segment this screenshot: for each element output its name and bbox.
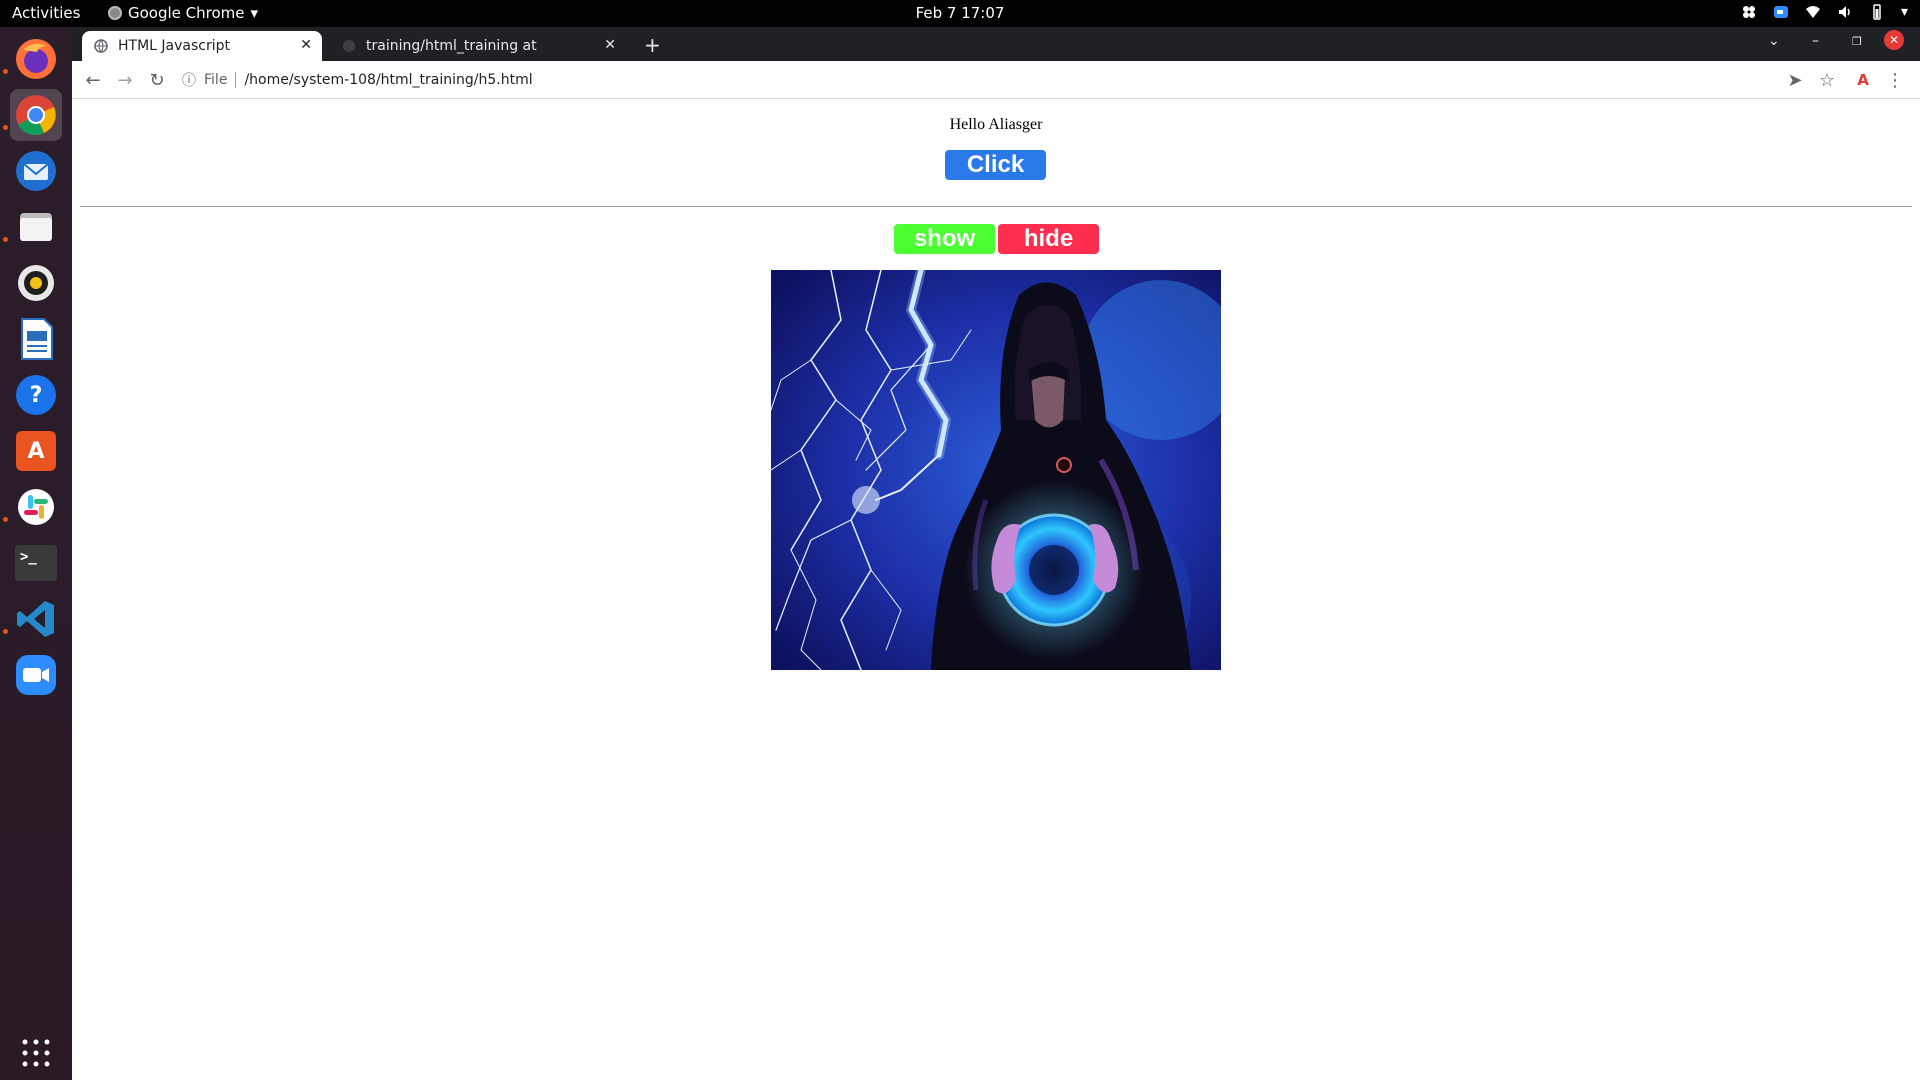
chrome-icon bbox=[16, 95, 56, 135]
running-indicator bbox=[3, 125, 8, 130]
battery-icon[interactable] bbox=[1869, 4, 1885, 20]
globe-icon bbox=[94, 39, 108, 53]
url-text[interactable]: /home/system-108/html_training/h5.html bbox=[244, 72, 532, 88]
system-menu-caret-icon[interactable]: ▾ bbox=[1901, 4, 1908, 20]
dock-zoom[interactable] bbox=[10, 649, 62, 701]
dock-software[interactable]: A bbox=[10, 425, 62, 477]
close-tab-icon[interactable]: ✕ bbox=[604, 37, 616, 53]
click-button[interactable]: Click bbox=[945, 150, 1046, 180]
running-indicator bbox=[3, 629, 8, 634]
slack-tray-icon[interactable] bbox=[1741, 4, 1757, 20]
close-window-icon[interactable]: ✕ bbox=[1884, 30, 1904, 50]
slack-icon bbox=[18, 489, 54, 525]
clock[interactable]: Feb 7 17:07 bbox=[0, 4, 1920, 22]
vscode-icon bbox=[17, 601, 54, 637]
running-indicator bbox=[3, 237, 8, 242]
tab-label: HTML Javascript bbox=[118, 38, 230, 54]
dock-help[interactable]: ? bbox=[10, 369, 62, 421]
wizard-image bbox=[771, 270, 1221, 670]
dock-files[interactable] bbox=[10, 201, 62, 253]
address-bar[interactable]: ⓘ File /home/system-108/html_training/h5… bbox=[182, 65, 1842, 95]
chrome-small-icon bbox=[108, 6, 122, 20]
dock-firefox[interactable] bbox=[10, 33, 62, 85]
app-menu[interactable]: Google Chrome ▾ bbox=[108, 4, 258, 22]
extension-icon[interactable]: A bbox=[1852, 69, 1874, 91]
running-indicator bbox=[3, 517, 8, 522]
rhythmbox-icon bbox=[18, 265, 54, 301]
dock: ? A >_ bbox=[0, 27, 72, 1080]
send-tab-icon[interactable]: ➤ bbox=[1784, 69, 1806, 91]
url-scheme-label: File bbox=[204, 72, 228, 88]
new-tab-button[interactable]: + bbox=[644, 33, 661, 57]
firefox-icon bbox=[16, 39, 56, 79]
bookmark-star-icon[interactable]: ☆ bbox=[1816, 69, 1838, 91]
horizontal-rule bbox=[80, 206, 1912, 207]
browser-toolbar: ← → ↻ ⓘ File /home/system-108/html_train… bbox=[72, 61, 1920, 99]
dock-slack[interactable] bbox=[10, 481, 62, 533]
zoom-icon bbox=[16, 655, 56, 695]
wifi-icon[interactable] bbox=[1805, 4, 1821, 20]
tab-label: training/html_training at bbox=[366, 38, 537, 54]
github-icon bbox=[343, 40, 355, 52]
software-center-icon: A bbox=[16, 431, 56, 471]
files-icon bbox=[20, 213, 52, 241]
system-top-bar: Activities Google Chrome ▾ Feb 7 17:07 ▾ bbox=[0, 0, 1920, 27]
forward-arrow-icon[interactable]: → bbox=[114, 69, 136, 91]
help-icon: ? bbox=[16, 375, 56, 415]
app-menu-label: Google Chrome bbox=[128, 4, 245, 22]
running-indicator bbox=[3, 69, 8, 74]
page-content: Hello Aliasger Click show hide bbox=[72, 100, 1920, 1080]
restore-icon[interactable]: ❐ bbox=[1852, 35, 1862, 48]
greeting-text: Hello Aliasger bbox=[949, 116, 1043, 133]
hide-button[interactable]: hide bbox=[998, 224, 1099, 254]
dock-writer[interactable] bbox=[10, 313, 62, 365]
tab-html-javascript[interactable]: HTML Javascript ✕ bbox=[82, 31, 322, 61]
caret-down-icon: ▾ bbox=[250, 4, 259, 22]
activities-button[interactable]: Activities bbox=[12, 4, 80, 22]
menu-kebab-icon[interactable]: ⋮ bbox=[1884, 69, 1906, 91]
tab-strip: HTML Javascript ✕ training/html_training… bbox=[72, 27, 1920, 61]
tab-search-icon[interactable]: ⌄ bbox=[1768, 33, 1780, 49]
app-grid-icon bbox=[22, 1039, 50, 1067]
dock-vscode[interactable] bbox=[10, 593, 62, 645]
omnibox-separator bbox=[235, 72, 237, 88]
info-icon[interactable]: ⓘ bbox=[182, 70, 196, 90]
dock-rhythmbox[interactable] bbox=[10, 257, 62, 309]
volume-icon[interactable] bbox=[1837, 4, 1853, 20]
close-tab-icon[interactable]: ✕ bbox=[300, 37, 312, 53]
show-applications-button[interactable] bbox=[10, 1027, 62, 1079]
minimize-icon[interactable]: – bbox=[1812, 33, 1819, 49]
show-button[interactable]: show bbox=[894, 224, 995, 254]
reload-icon[interactable]: ↻ bbox=[146, 69, 168, 91]
back-arrow-icon[interactable]: ← bbox=[82, 69, 104, 91]
dock-chrome[interactable] bbox=[10, 89, 62, 141]
dock-thunderbird[interactable] bbox=[10, 145, 62, 197]
thunderbird-icon bbox=[16, 151, 56, 191]
system-tray[interactable]: ▾ bbox=[1741, 4, 1908, 20]
terminal-icon: >_ bbox=[15, 545, 57, 581]
zoom-tray-icon[interactable] bbox=[1773, 4, 1789, 20]
tab-github-training[interactable]: training/html_training at ✕ bbox=[330, 31, 626, 61]
dock-terminal[interactable]: >_ bbox=[10, 537, 62, 589]
libreoffice-writer-icon bbox=[21, 318, 53, 360]
